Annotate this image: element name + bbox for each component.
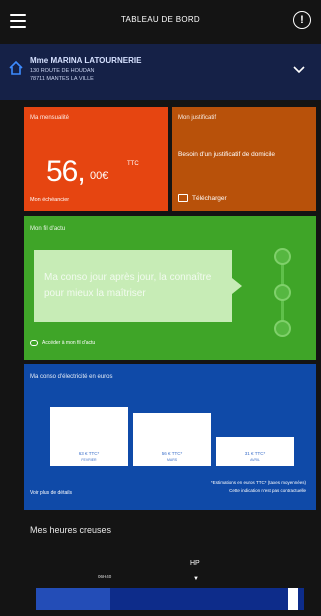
address-line-1: 130 ROUTE DE HOUDAN (30, 68, 95, 74)
time-label: 06H40 (98, 574, 112, 579)
fil-actu-link-label: Accéder à mon fil d'actu (42, 340, 96, 346)
fil-actu-label: Mon fil d'actu (30, 226, 66, 232)
timeline-dot[interactable] (274, 248, 291, 265)
download-button[interactable]: Télécharger (178, 194, 227, 202)
details-link[interactable]: Voir plus de détails (30, 490, 72, 496)
mensualite-amount: 56, (46, 155, 86, 188)
timeline-dot[interactable] (274, 284, 291, 301)
echeancier-link[interactable]: Mon échéancier (30, 197, 69, 203)
chevron-down-icon[interactable] (293, 64, 305, 76)
mensualite-label: Ma mensualité (30, 115, 70, 121)
heures-creuses-timeline[interactable] (36, 588, 304, 610)
conso-bar[interactable]: 63 € TTC* FEVRIER (50, 407, 128, 466)
hc-segment (36, 588, 110, 610)
conso-bar-value: 56 € TTC* (161, 451, 183, 456)
justificatif-message: Besoin d'un justificatif de domicile (178, 151, 275, 158)
top-bar: TABLEAU DE BORD ! (0, 0, 321, 44)
download-icon (178, 194, 188, 202)
fil-actu-tile[interactable]: Mon fil d'actu Ma conso jour après jour,… (24, 216, 316, 360)
page-title: TABLEAU DE BORD (120, 15, 201, 24)
heures-creuses-title: Mes heures creuses (30, 525, 112, 535)
hp-label: HP (190, 560, 200, 567)
address-bar[interactable]: Mme MARINA LATOURNERIE 130 ROUTE DE HOUD… (0, 44, 321, 100)
download-label: Télécharger (192, 194, 227, 202)
justificatif-label: Mon justificatif (178, 115, 217, 121)
customer-name: Mme MARINA LATOURNERIE (30, 56, 142, 65)
conso-bar-value: 63 € TTC* (78, 451, 100, 456)
conso-tile[interactable]: Ma conso d'électricité en euros 63 € TTC… (24, 364, 316, 510)
mensualite-tile[interactable]: Ma mensualité 56, 00€ TTC Mon échéancier (24, 107, 168, 211)
fil-actu-card-text: Ma conso jour après jour, la connaître p… (44, 272, 212, 299)
comment-icon (30, 340, 38, 346)
conso-bar-value: 31 € TTC* (244, 451, 266, 456)
address-line-2: 78711 MANTES LA VILLE (30, 76, 94, 82)
conso-bar[interactable]: 56 € TTC* MARS (133, 413, 211, 466)
conso-bar-month: MARS (166, 458, 178, 462)
conso-bar-month: FEVRIER (81, 458, 97, 462)
justificatif-tile[interactable]: Mon justificatif Besoin d'un justificati… (172, 107, 316, 211)
profile-glyph: ! (300, 14, 304, 26)
hp-marker-icon: ▼ (193, 576, 199, 582)
timeline (272, 246, 294, 338)
conso-bar[interactable]: 31 € TTC* AVRIL (216, 437, 294, 466)
conso-note-1: *Estimations en euros TTC* (taxes moyenn… (211, 480, 306, 485)
mensualite-ttc: TTC (127, 161, 139, 167)
fil-actu-link[interactable]: Accéder à mon fil d'actu (30, 340, 95, 346)
conso-note-2: Cette indication n'est pas contractuelle (229, 488, 306, 493)
conso-bar-month: AVRIL (250, 458, 260, 462)
fil-actu-card[interactable]: Ma conso jour après jour, la connaître p… (34, 250, 242, 322)
timeline-dot[interactable] (274, 320, 291, 337)
user-icon[interactable]: ! (293, 11, 311, 29)
hc-handle[interactable] (288, 588, 298, 610)
mensualite-decimals: 00€ (90, 170, 109, 182)
home-icon (9, 60, 23, 75)
